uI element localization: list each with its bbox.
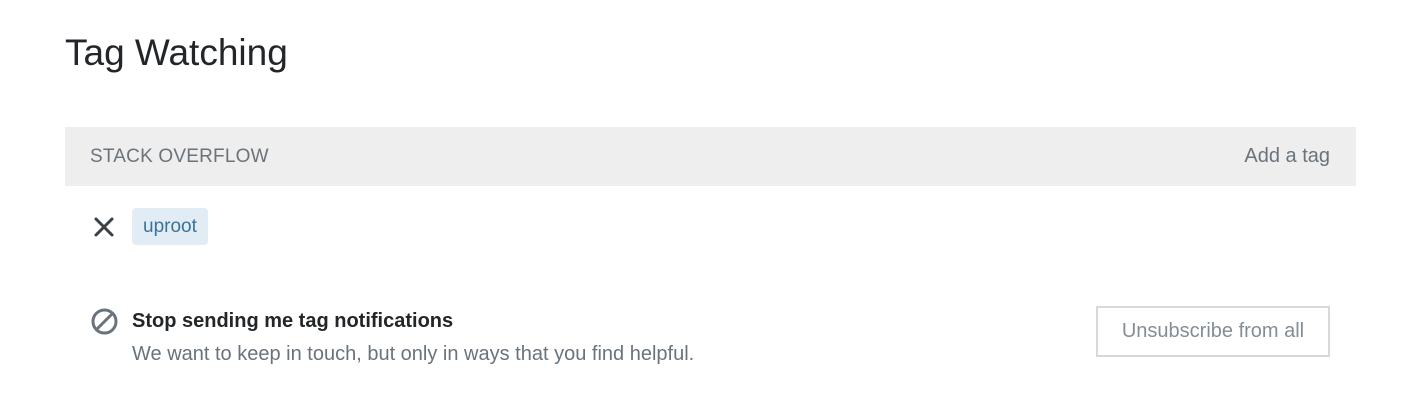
- block-icon: [90, 307, 119, 336]
- tag-row: uproot: [90, 208, 208, 245]
- unsubscribe-all-button[interactable]: Unsubscribe from all: [1096, 306, 1330, 357]
- section-header: STACK OVERFLOW Add a tag: [65, 127, 1356, 186]
- site-name-label: STACK OVERFLOW: [90, 146, 269, 167]
- page-title: Tag Watching: [65, 32, 288, 73]
- unsubscribe-description: We want to keep in touch, but only in wa…: [132, 343, 695, 365]
- tag-chip[interactable]: uproot: [132, 208, 208, 245]
- unsubscribe-section: Stop sending me tag notifications We wan…: [90, 305, 1330, 375]
- close-icon[interactable]: [90, 213, 118, 241]
- unsubscribe-title: Stop sending me tag notifications: [132, 310, 454, 332]
- add-tag-link[interactable]: Add a tag: [1244, 127, 1330, 186]
